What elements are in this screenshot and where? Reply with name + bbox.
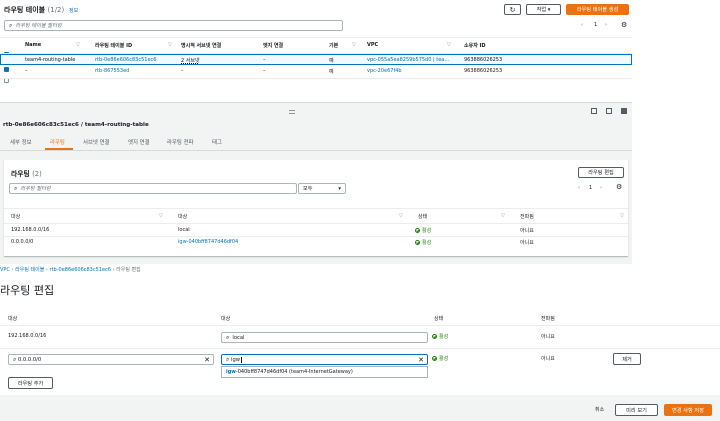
refresh-button[interactable]: ↻ — [504, 4, 521, 15]
sort-icon[interactable]: ▽ — [399, 213, 403, 219]
route-type-select[interactable]: 모두 ▾ — [298, 183, 346, 194]
status-badge: 활성 — [432, 333, 448, 340]
table-row: 192.168.0.0/16 local 활성 아니요 — [11, 227, 534, 234]
route-tables-panel: 라우팅 테이블 (1/2) 정보 ↻ 작업 ▾ 라우팅 테이블 생성 ⌕ 라우팅… — [0, 0, 632, 102]
tab-routes[interactable]: 라우팅 — [50, 138, 65, 146]
sort-icon[interactable]: ▽ — [447, 42, 451, 48]
route-filter-input[interactable]: ⌕ 라우팅 필터링 — [9, 183, 297, 194]
col-edge[interactable]: 엣지 연결 — [263, 42, 283, 49]
col-route-table-id[interactable]: 라우팅 테이블 ID — [95, 42, 132, 49]
tab-edge-associations[interactable]: 엣지 연결 — [128, 138, 150, 146]
sort-icon[interactable]: ▽ — [352, 42, 356, 48]
tab-details[interactable]: 세부 정보 — [10, 138, 32, 146]
edit-routes-button[interactable]: 라우팅 편집 — [578, 167, 624, 178]
check-circle-icon — [432, 356, 437, 361]
col-target: 대상 — [221, 316, 231, 322]
col-explicit-subnet[interactable]: 명시적 서브넷 연결 — [181, 42, 221, 49]
col-status[interactable]: 상태 — [418, 213, 427, 220]
actions-button[interactable]: 작업 ▾ — [526, 4, 561, 15]
settings-gear-icon[interactable]: ⚙ — [621, 21, 627, 29]
table-row[interactable]: – rtb-867553ed – – 예 vpc-20e67f4b 963886… — [0, 66, 632, 83]
prev-page-icon[interactable]: ‹ — [578, 185, 580, 191]
refresh-icon: ↻ — [509, 5, 516, 14]
create-route-table-button[interactable]: 라우팅 테이블 생성 — [566, 4, 629, 15]
tab-subnet-associations[interactable]: 서브넷 연결 — [83, 138, 110, 146]
remove-route-button[interactable]: 제거 — [613, 353, 641, 365]
check-circle-icon — [415, 228, 420, 233]
search-icon: ⌕ — [9, 21, 13, 29]
breadcrumb-route-tables[interactable]: 라우팅 테이블 — [15, 267, 44, 273]
table-row: 0.0.0.0/0 igw-040bff8747d46df04 활성 아니요 — [11, 239, 534, 246]
breadcrumb: VPC › 라우팅 테이블 › rtb-0e86e606c83c51ec6 › … — [0, 266, 141, 273]
save-changes-button[interactable]: 변경 사항 저장 — [664, 404, 712, 416]
table-row[interactable]: team4-routing-table rtb-0e86e606c83c51ec… — [0, 54, 632, 72]
breadcrumb-current: 라우팅 편집 — [116, 267, 141, 273]
sort-icon[interactable]: ▽ — [620, 213, 624, 219]
routes-title: 라우팅 (2) — [11, 170, 42, 178]
suggestion-option[interactable]: igw-040bff8747d46df04 (team4-InternetGat… — [226, 369, 353, 375]
drag-handle-icon[interactable] — [289, 110, 295, 114]
routes-card: 라우팅 (2) 라우팅 편집 ⌕ 라우팅 필터링 모두 ▾ ‹ 1 › ⚙ 대상 … — [4, 160, 628, 256]
next-page-icon[interactable]: › — [605, 22, 607, 28]
col-vpc[interactable]: VPC — [367, 42, 378, 48]
page-number[interactable]: 1 — [594, 22, 597, 28]
detail-title: rtb-0e86e606c83c51ec6 / team4-routing-ta… — [3, 122, 149, 128]
status-badge: 활성 — [415, 227, 431, 234]
split-panel-divider[interactable] — [0, 102, 632, 119]
breadcrumb-vpc[interactable]: VPC — [0, 267, 10, 273]
settings-gear-icon[interactable]: ⚙ — [616, 183, 622, 191]
tab-tags[interactable]: 태그 — [212, 138, 222, 146]
target-search-input[interactable]: ⌕ igw ✕ — [221, 354, 428, 365]
route-table-search-input[interactable]: ⌕ 라우팅 테이블 필터링 — [4, 20, 343, 31]
check-circle-icon — [415, 240, 420, 245]
edit-routes-card: 대상 대상 상태 전파됨 192.168.0.0/16 ⌕ local 활성 아… — [0, 307, 720, 395]
add-route-button[interactable]: 라우팅 추가 — [8, 377, 53, 389]
col-name[interactable]: Name — [25, 42, 41, 48]
info-link[interactable]: 정보 — [69, 7, 78, 14]
target-suggestion-dropdown: igw-040bff8747d46df04 (team4-InternetGat… — [221, 366, 428, 378]
sort-icon[interactable]: ▽ — [168, 42, 172, 48]
search-icon: ⌕ — [226, 333, 230, 341]
page-title: 라우팅 테이블 (1/2) — [4, 6, 65, 14]
footer-bar: 취소 미리 보기 변경 사항 저장 — [0, 395, 720, 421]
edit-page-title: 라우팅 편집 — [0, 284, 55, 297]
caret-down-icon: ▾ — [547, 6, 551, 13]
sort-icon[interactable]: ▽ — [76, 42, 80, 48]
destination-input[interactable]: ⌕ 0.0.0.0/0 ✕ — [8, 354, 214, 365]
panel-bottom-icon[interactable] — [591, 108, 597, 114]
cancel-link[interactable]: 취소 — [595, 406, 604, 413]
sort-icon[interactable]: ▽ — [159, 213, 163, 219]
tab-route-propagation[interactable]: 라우팅 전파 — [167, 138, 194, 146]
panel-side-icon[interactable] — [606, 108, 612, 114]
status-badge: 활성 — [432, 355, 448, 362]
page-number[interactable]: 1 — [589, 185, 592, 191]
col-target[interactable]: 대상 — [178, 213, 187, 220]
clear-icon[interactable]: ✕ — [204, 356, 210, 364]
col-destination[interactable]: 대상 — [11, 213, 20, 220]
col-propagated[interactable]: 전파됨 — [520, 213, 534, 220]
search-icon: ⌕ — [226, 355, 230, 363]
col-destination: 대상 — [8, 316, 18, 322]
status-badge: 활성 — [415, 239, 431, 246]
col-owner[interactable]: 소유자 ID — [464, 42, 486, 49]
breadcrumb-route-table-id[interactable]: rtb-0e86e606c83c51ec6 — [50, 267, 111, 273]
panel-hide-icon[interactable] — [621, 108, 627, 114]
next-page-icon[interactable]: › — [600, 185, 602, 191]
clear-icon[interactable]: ✕ — [418, 356, 424, 364]
preview-button[interactable]: 미리 보기 — [615, 404, 658, 416]
col-main[interactable]: 기본 — [329, 42, 338, 49]
check-circle-icon — [432, 334, 437, 339]
prev-page-icon[interactable]: ‹ — [581, 22, 583, 28]
search-icon: ⌕ — [13, 355, 17, 363]
search-icon: ⌕ — [14, 184, 18, 192]
col-status: 상태 — [434, 316, 444, 322]
sort-icon[interactable]: ▽ — [501, 213, 505, 219]
col-propagated: 전파됨 — [541, 316, 555, 322]
target-input[interactable]: ⌕ local — [221, 332, 428, 343]
caret-down-icon: ▾ — [338, 185, 341, 192]
